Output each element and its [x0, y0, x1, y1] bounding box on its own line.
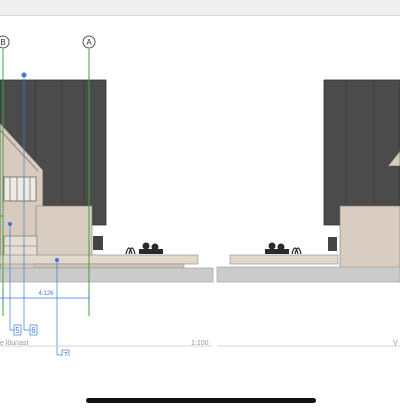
callout-6[interactable]: 6: [29, 324, 38, 336]
ground-right: [216, 266, 400, 283]
garden-furniture-left: [125, 242, 163, 255]
ground-left: [0, 267, 214, 283]
marker-dot[interactable]: [55, 258, 59, 262]
dimension-value: 4.126: [38, 291, 54, 297]
marker-dot[interactable]: [21, 72, 27, 78]
garden-furniture-right: [265, 242, 302, 255]
svg-text:B: B: [0, 38, 5, 47]
top-toolbar: [0, 0, 400, 16]
grid-marker-a[interactable]: A: [82, 35, 96, 49]
dimension-line: 4.126: [0, 291, 90, 303]
drawing-canvas[interactable]: B A 4.126 5 6 7: [0, 16, 400, 356]
svg-text:A: A: [86, 38, 92, 47]
wall-right: [339, 205, 400, 275]
svg-text:7: 7: [63, 351, 68, 356]
scale-label: 1:100: [191, 340, 209, 347]
marker-dot[interactable]: [8, 222, 12, 226]
callout-5[interactable]: 5: [13, 324, 22, 336]
terrace: [0, 254, 199, 265]
sheet-code: V: [393, 340, 398, 347]
sheet-title: e lõunast: [0, 340, 29, 347]
left-building: [0, 79, 214, 283]
roof-right: [323, 79, 400, 226]
grid-marker-b[interactable]: B: [0, 35, 10, 49]
callout-7[interactable]: 7: [61, 349, 70, 356]
right-building: [216, 79, 400, 283]
svg-text:6: 6: [31, 326, 36, 335]
home-indicator[interactable]: [86, 398, 316, 403]
svg-text:5: 5: [15, 326, 20, 335]
